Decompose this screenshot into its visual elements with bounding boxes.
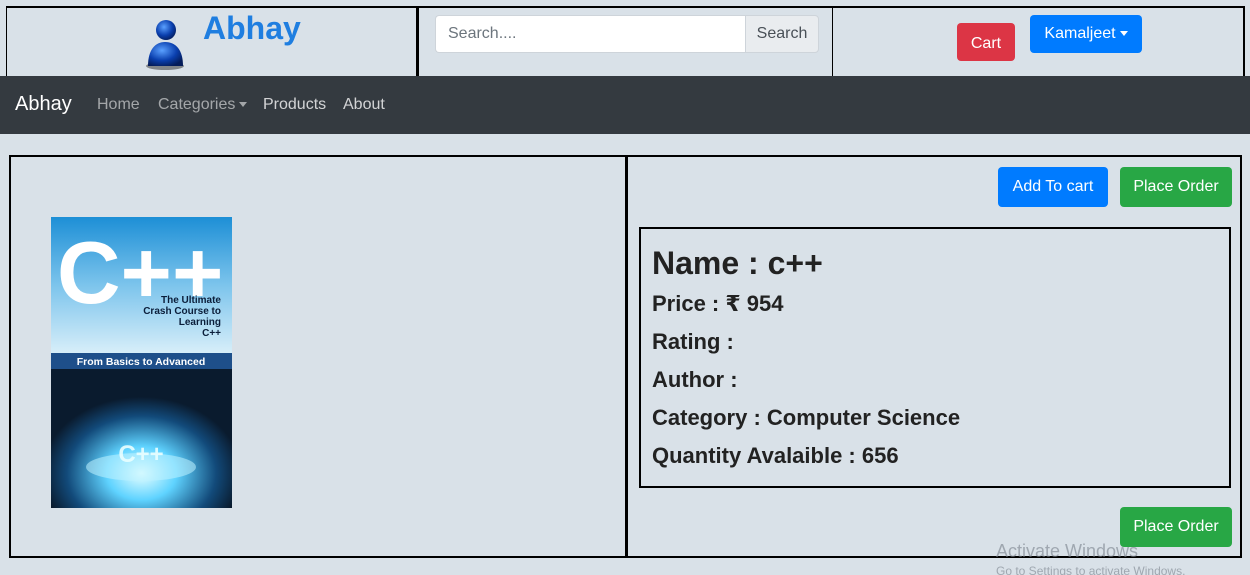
search-button[interactable]: Search: [745, 15, 819, 53]
caret-down-icon: [1119, 31, 1128, 37]
book-cover-image: C++ The Ultimate Crash Course to Learnin…: [51, 217, 232, 508]
product-category: Category : Computer Science: [652, 405, 961, 430]
svg-text:Learning: Learning: [179, 317, 221, 328]
search-cell: Search: [416, 6, 835, 76]
place-order-button-top[interactable]: Place Order: [1120, 167, 1232, 207]
activate-windows-subtext: Go to Settings to activate Windows.: [996, 564, 1186, 575]
caret-down-icon: [239, 102, 248, 108]
brand-title[interactable]: Abhay: [203, 10, 301, 47]
product-rating: Rating :: [652, 329, 734, 354]
user-logo-icon: [146, 20, 184, 70]
nav-link-categories[interactable]: Categories: [158, 96, 248, 114]
svg-text:C++: C++: [202, 328, 221, 339]
add-to-cart-button[interactable]: Add To cart: [998, 167, 1108, 207]
search-input[interactable]: [435, 15, 745, 53]
product-info-box: Name : c++ Price : ₹ 954 Rating : Author…: [639, 227, 1231, 488]
book-cover-band: From Basics to Advanced: [77, 356, 206, 368]
product-quantity: Quantity Avalaible : 656: [652, 443, 899, 468]
product-price: Price : ₹ 954: [652, 291, 784, 316]
user-cell: Cart Kamaljeet: [833, 6, 1245, 76]
nav-brand[interactable]: Abhay: [15, 93, 72, 116]
user-dropdown-button[interactable]: Kamaljeet: [1030, 15, 1142, 53]
svg-text:Crash Course to: Crash Course to: [143, 306, 221, 317]
cart-button[interactable]: Cart: [957, 23, 1015, 61]
product-author: Author :: [652, 367, 738, 392]
activate-windows-watermark: Activate Windows: [996, 541, 1139, 561]
navbar: Abhay Home Categories Products About: [0, 76, 1250, 134]
nav-link-home[interactable]: Home: [97, 96, 140, 114]
nav-link-about[interactable]: About: [343, 96, 385, 114]
book-cover-inner-title: C++: [118, 441, 163, 468]
product-details-panel: Add To cart Place Order Name : c++ Price…: [625, 155, 1242, 558]
product-name: Name : c++: [652, 245, 823, 281]
brand-cell: Abhay: [6, 6, 418, 76]
svg-text:The Ultimate: The Ultimate: [161, 295, 221, 306]
top-header: Abhay Search Cart Kamaljeet: [0, 0, 1250, 76]
nav-link-categories-label: Categories: [158, 96, 236, 113]
user-name: Kamaljeet: [1044, 25, 1116, 42]
product-image-panel: C++ The Ultimate Crash Course to Learnin…: [9, 155, 627, 558]
nav-link-products[interactable]: Products: [263, 96, 326, 114]
